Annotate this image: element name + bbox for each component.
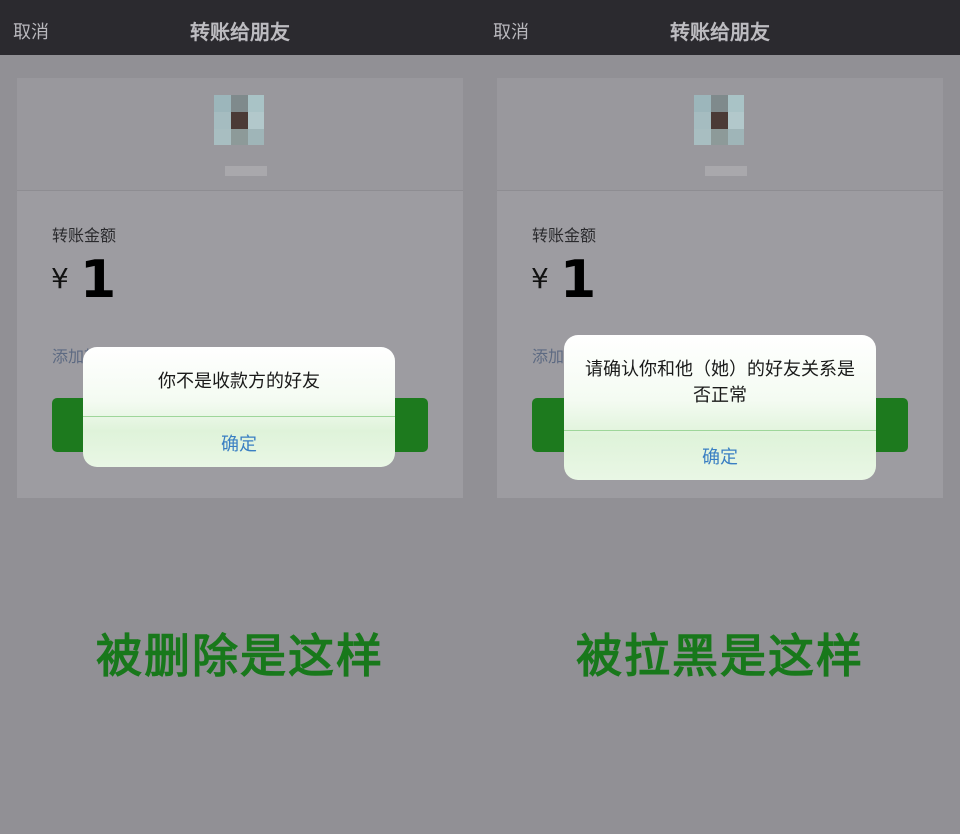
avatar [694,95,744,145]
alert-message: 你不是收款方的好友 [158,371,320,392]
page-title: 转账给朋友 [190,20,290,44]
deleted-panel: 取消 转账给朋友 转账金额 ¥ 1 添加 [0,0,480,834]
nav-bar: 取消 转账给朋友 [480,0,960,55]
recipient-name-blurred [705,166,747,176]
alert-dialog: 你不是收款方的好友 确定 [83,347,395,467]
amount-label: 转账金额 [532,226,597,245]
confirm-button[interactable]: 确定 [564,443,876,469]
recipient-header [497,78,943,191]
currency-symbol: ¥ [531,262,549,295]
page-title: 转账给朋友 [670,20,770,44]
alert-message: 请确认你和他（她）的好友关系是否正常 [585,359,855,406]
dialog-divider [564,430,876,431]
caption: 被拉黑是这样 [576,629,864,683]
recipient-header [17,78,463,191]
recipient-name-blurred [225,166,267,176]
alert-dialog: 请确认你和他（她）的好友关系是否正常 确定 [564,335,876,480]
confirm-button[interactable]: 确定 [83,430,395,456]
caption: 被删除是这样 [96,629,384,683]
comparison-screenshot: 取消 转账给朋友 转账金额 ¥ 1 添加 [0,0,960,834]
amount-input[interactable]: 1 [560,250,596,310]
dialog-divider [83,416,395,417]
amount-input[interactable]: 1 [80,250,116,310]
avatar [214,95,264,145]
currency-symbol: ¥ [51,262,69,295]
amount-label: 转账金额 [52,226,117,245]
blocked-panel: 取消 转账给朋友 转账金额 ¥ 1 添加 [480,0,960,834]
nav-bar: 取消 转账给朋友 [0,0,480,55]
